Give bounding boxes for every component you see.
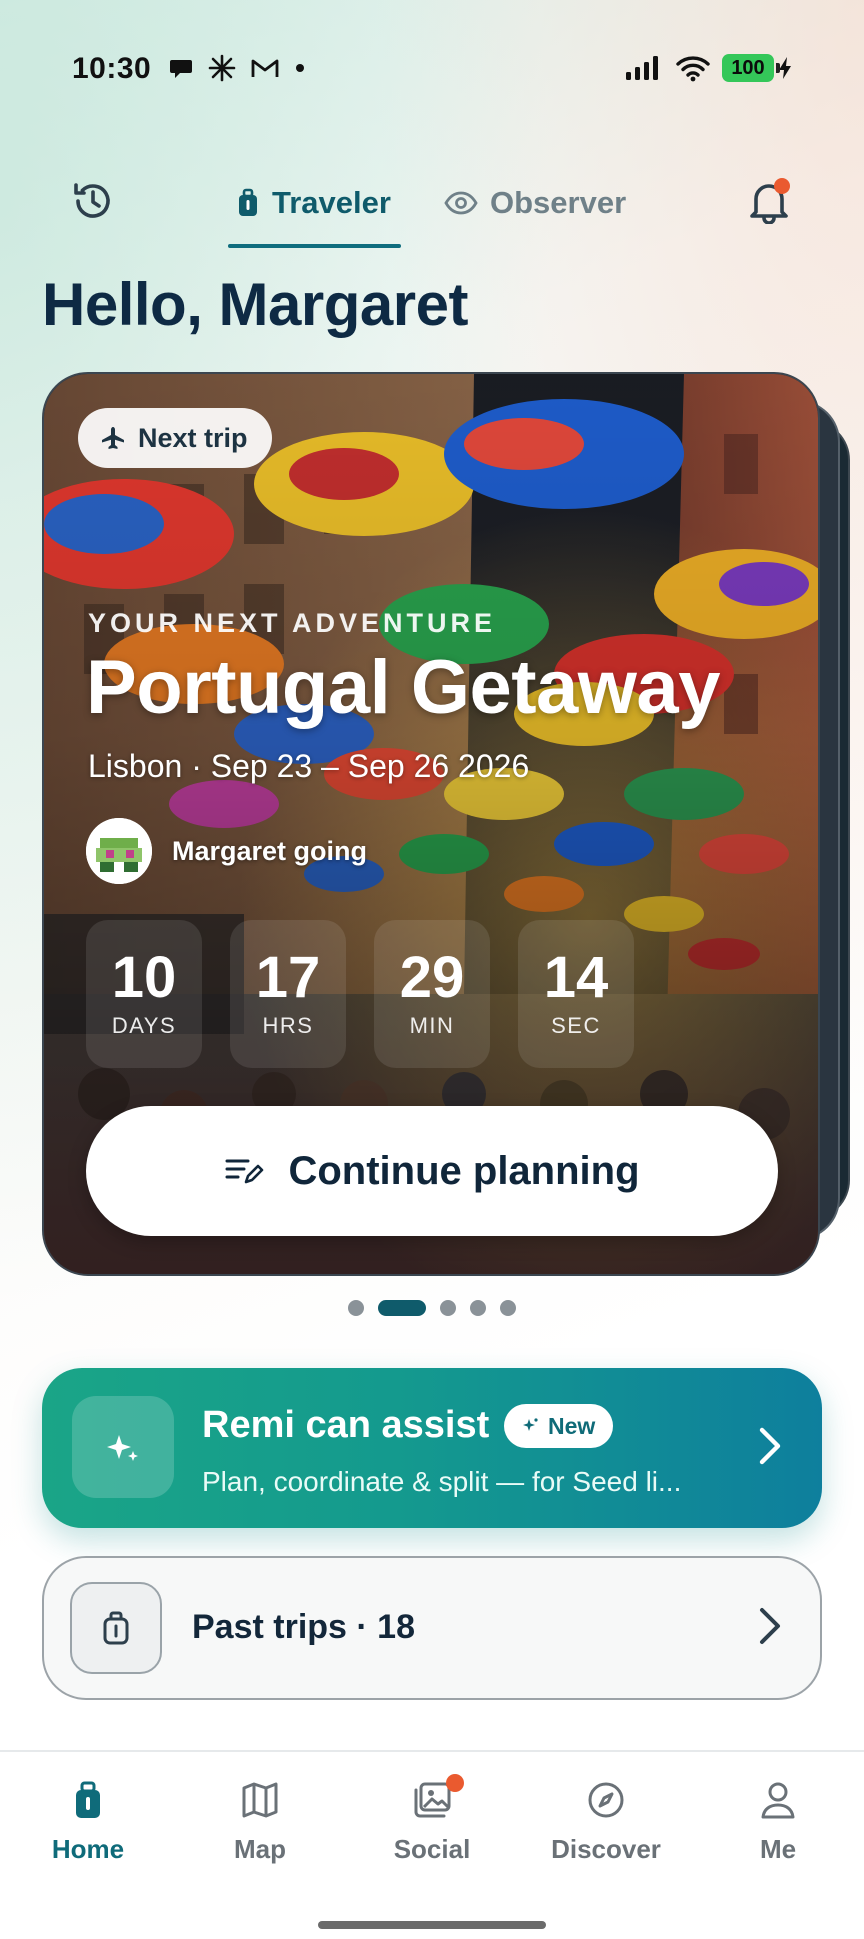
countdown-minutes: 29 MIN <box>374 920 490 1068</box>
assist-subtitle: Plan, coordinate & split — for Seed li..… <box>202 1466 682 1497</box>
greeting-heading: Hello, Margaret <box>42 271 468 338</box>
airplane-icon <box>102 427 124 449</box>
countdown-hours-value: 17 <box>255 945 321 1010</box>
travelers-row: Margaret going <box>86 818 367 884</box>
notification-dot <box>774 178 790 194</box>
countdown-days-value: 10 <box>111 945 177 1010</box>
countdown-days-label: DAYS <box>111 1013 177 1038</box>
sparkle-small-icon <box>523 1418 538 1431</box>
top-bar: Traveler Observer <box>0 160 864 248</box>
battery-indicator: 100 <box>722 54 780 82</box>
countdown-minutes-value: 29 <box>399 945 465 1010</box>
avatar <box>86 818 152 884</box>
notifications-button[interactable] <box>744 176 794 226</box>
history-icon <box>74 183 110 218</box>
gmail-icon <box>251 59 279 77</box>
tab-observer[interactable]: Observer <box>444 174 626 232</box>
countdown-seconds: 14 SEC <box>518 920 634 1068</box>
pager-dot[interactable] <box>348 1300 364 1316</box>
trip-title: Portugal Getaway <box>86 645 720 730</box>
nav-home[interactable]: Home <box>18 1780 158 1865</box>
status-system-icons: 100 <box>624 54 792 82</box>
eye-icon <box>444 191 478 215</box>
map-icon <box>242 1782 278 1818</box>
tab-traveler-label: Traveler <box>272 185 391 220</box>
countdown-days: 10 DAYS <box>86 920 202 1068</box>
new-badge-label: New <box>548 1412 596 1439</box>
new-badge: New <box>504 1404 614 1448</box>
pager-dot[interactable] <box>440 1300 456 1316</box>
past-trips-icon-tile <box>70 1582 162 1674</box>
next-trip-pill: Next trip <box>78 408 272 468</box>
travelers-going-text: Margaret going <box>172 835 368 866</box>
next-trip-card[interactable]: Next trip YOUR NEXT ADVENTURE Portugal G… <box>42 372 820 1276</box>
continue-planning-button[interactable]: Continue planning <box>86 1106 778 1236</box>
trip-location-dates: Lisbon · Sep 23 – Sep 26 2026 <box>88 748 530 784</box>
pager-dot[interactable] <box>500 1300 516 1316</box>
pixel-avatar-image <box>86 818 152 884</box>
history-button[interactable] <box>68 176 118 226</box>
nav-map-label: Map <box>234 1834 286 1864</box>
countdown-minutes-label: MIN <box>409 1013 455 1038</box>
continue-planning-label: Continue planning <box>288 1148 640 1193</box>
home-indicator[interactable] <box>318 1921 546 1929</box>
next-trip-label: Next trip <box>138 422 248 453</box>
nav-home-label: Home <box>51 1834 125 1864</box>
sparkle-icon-tile <box>72 1396 174 1498</box>
pager-dot-active[interactable] <box>378 1300 426 1316</box>
more-dot-icon <box>296 64 304 72</box>
bottom-navigation: Home Map Social Discover Me <box>0 1750 864 1939</box>
pager-dot[interactable] <box>470 1300 486 1316</box>
past-trips-label: Past trips · 18 <box>192 1608 415 1646</box>
person-icon <box>761 1782 795 1819</box>
trip-eyebrow: YOUR NEXT ADVENTURE <box>88 608 497 638</box>
tab-traveler[interactable]: Traveler <box>228 174 401 248</box>
nav-social-label: Social <box>393 1834 471 1864</box>
status-time: 10:30 <box>72 52 152 85</box>
remi-assist-card[interactable]: Remi can assist New Plan, coordinate & s… <box>42 1368 822 1528</box>
nav-discover-label: Discover <box>551 1834 661 1864</box>
countdown-seconds-label: SEC <box>551 1013 601 1038</box>
countdown-hours: 17 HRS <box>230 920 346 1068</box>
luggage-icon <box>239 188 257 216</box>
past-trips-row[interactable]: Past trips · 18 <box>42 1556 822 1700</box>
compass-icon <box>588 1782 624 1818</box>
nav-social[interactable]: Social <box>362 1774 502 1865</box>
nav-me[interactable]: Me <box>708 1780 848 1865</box>
status-notification-icons <box>168 54 306 82</box>
assist-title: Remi can assist <box>202 1404 490 1446</box>
suitcase-icon <box>103 1611 129 1645</box>
chat-bubble-icon <box>170 60 192 78</box>
wifi-icon <box>676 56 710 82</box>
luggage-icon <box>76 1781 100 1818</box>
carousel-pager <box>0 1300 864 1316</box>
tab-active-indicator <box>228 244 401 248</box>
asterisk-icon <box>208 54 236 82</box>
chevron-right-icon <box>760 1608 780 1644</box>
countdown-seconds-value: 14 <box>543 945 609 1010</box>
edit-list-icon <box>225 1159 264 1184</box>
charging-bolt-icon <box>779 57 791 79</box>
tab-observer-label: Observer <box>490 185 627 220</box>
social-notification-dot <box>446 1774 464 1792</box>
nav-me-label: Me <box>759 1834 797 1864</box>
nav-map[interactable]: Map <box>190 1780 330 1865</box>
status-bar: 10:30 100 <box>0 46 864 92</box>
nav-discover[interactable]: Discover <box>536 1780 676 1865</box>
countdown-hours-label: HRS <box>262 1013 314 1038</box>
countdown-timer: 10 DAYS 17 HRS 29 MIN 14 SEC <box>86 920 634 1068</box>
signal-icon <box>626 56 658 80</box>
sparkle-icon <box>107 1435 138 1461</box>
battery-level: 100 <box>731 56 765 79</box>
chevron-right-icon <box>759 1427 781 1465</box>
